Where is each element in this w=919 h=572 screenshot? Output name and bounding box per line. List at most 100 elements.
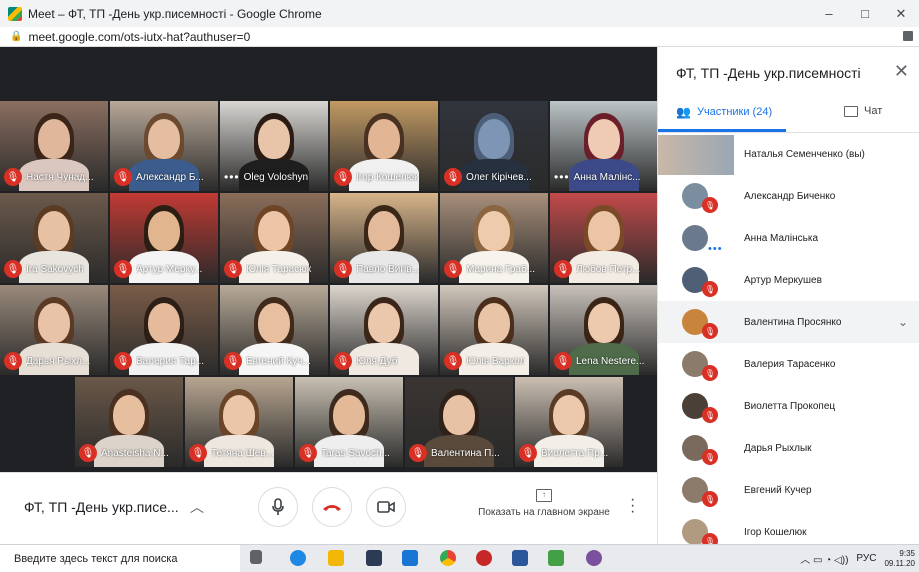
task-view-icon[interactable] <box>250 550 262 564</box>
maximize-button[interactable]: □ <box>847 0 883 27</box>
video-tile[interactable]: 🎙 Тетяна Шев... <box>185 377 293 467</box>
video-tile[interactable]: 🎙 Юлія Варкол <box>440 285 548 375</box>
video-tile[interactable]: 🎙 Любов Петр... <box>550 193 658 283</box>
tile-participant-name: Александр Б... <box>136 171 204 183</box>
word-icon[interactable] <box>512 550 528 566</box>
video-tile[interactable]: 🎙 Юлія Тарасюк <box>220 193 328 283</box>
video-tile[interactable]: 🎙 Taras Savoch... <box>295 377 403 467</box>
mic-off-icon: 🎙 <box>702 323 718 339</box>
speaking-dots-icon: ••• <box>554 170 570 184</box>
minimize-button[interactable]: – <box>811 0 847 27</box>
video-tile[interactable]: 🎙 Ігор Кошелюк <box>330 101 438 191</box>
video-tile[interactable]: 🎙 Александр Б... <box>110 101 218 191</box>
participant-row[interactable]: 🎙 Виолетта Прокопец <box>658 385 919 427</box>
mic-off-icon: 🎙 <box>334 168 352 186</box>
participant-row[interactable]: Наталья Семенченко (вы) <box>658 133 919 175</box>
mic-off-icon: 🎙 <box>189 444 207 462</box>
video-tile[interactable]: 🎙 Ira Sakovych <box>0 193 108 283</box>
video-tile[interactable]: 🎙 Олег Кірічев... <box>440 101 548 191</box>
video-tile[interactable]: ••• Oleg Voloshyn <box>220 101 328 191</box>
participant-face <box>478 303 510 343</box>
video-tile[interactable]: 🎙 Евгений Куч... <box>220 285 328 375</box>
video-tile[interactable]: 🎙 Валентина П... <box>405 377 513 467</box>
video-tile[interactable]: 🎙 Валерия Тар... <box>110 285 218 375</box>
close-panel-icon[interactable]: ✕ <box>894 61 909 82</box>
participant-row[interactable]: 🎙 Валерия Тарасенко <box>658 343 919 385</box>
chrome-icon[interactable] <box>440 550 456 566</box>
microphone-icon <box>272 498 284 515</box>
participant-face <box>368 303 400 343</box>
video-tile[interactable]: 🎙 Anasteisha N... <box>75 377 183 467</box>
photos-icon[interactable] <box>548 550 564 566</box>
lock-icon[interactable]: 🔒 <box>10 31 22 42</box>
browser-title-bar: Meet – ФТ, ТП -День укр.писемності - Goo… <box>0 0 919 27</box>
participant-row[interactable]: 🎙 Александр Биченко <box>658 175 919 217</box>
present-now-button[interactable]: ↑ Показать на главном экране <box>474 489 614 518</box>
mail-icon[interactable] <box>402 550 418 566</box>
address-bar[interactable]: 🔒 meet.google.com/ots-iutx-hat?authuser=… <box>0 27 919 47</box>
tile-participant-name: Taras Savoch... <box>321 447 390 459</box>
tile-label: 🎙 Артур Мерку... <box>110 259 202 279</box>
tile-label: 🎙 Виолетта Пр... <box>515 443 608 463</box>
participant-row[interactable]: 🎙 Дарья Рыхлык <box>658 427 919 469</box>
tile-label: 🎙 Олег Кірічев... <box>440 167 532 187</box>
mic-off-icon: 🎙 <box>702 491 718 507</box>
video-tile[interactable]: 🎙 Марина Граб... <box>440 193 548 283</box>
participants-panel: ФТ, ТП -День укр.писемності ✕ 👥 Участник… <box>657 47 919 544</box>
microphone-button[interactable] <box>258 487 298 527</box>
meeting-title[interactable]: ФТ, ТП -День укр.писе... <box>24 499 179 515</box>
video-tile[interactable]: 🎙 Павло Вигів... <box>330 193 438 283</box>
tile-label: 🎙 Lena Nestere... <box>550 351 644 371</box>
window-controls: – □ ✕ <box>811 0 919 27</box>
participant-row[interactable]: ••• Анна Малінська <box>658 217 919 259</box>
tab-participants[interactable]: 👥 Участники (24) <box>676 105 772 119</box>
video-tile[interactable]: ••• Анна Малінс... <box>550 101 658 191</box>
close-window-button[interactable]: ✕ <box>883 0 919 27</box>
mic-off-icon: 🎙 <box>702 365 718 381</box>
tab-chat-label: Чат <box>864 105 883 117</box>
tab-chat[interactable]: Чат <box>844 105 882 117</box>
participant-name: Артур Меркушев <box>744 274 822 286</box>
opera-icon[interactable] <box>476 550 492 566</box>
chevron-down-icon[interactable]: ⌄ <box>898 315 908 329</box>
extension-icon[interactable] <box>903 31 913 41</box>
store-icon[interactable] <box>366 550 382 566</box>
leave-call-button[interactable] <box>312 487 352 527</box>
mic-off-icon: 🎙 <box>79 444 97 462</box>
clock-date: 09.11.20 <box>884 558 915 568</box>
participant-row[interactable]: 🎙 Артур Меркушев <box>658 259 919 301</box>
participant-row[interactable]: 🎙 Евгений Кучер <box>658 469 919 511</box>
viber-icon[interactable] <box>586 550 602 566</box>
url-text[interactable]: meet.google.com/ots-iutx-hat?authuser=0 <box>28 30 250 44</box>
video-tile[interactable]: 🎙 Lena Nestere... <box>550 285 658 375</box>
present-label: Показать на главном экране <box>478 507 610 518</box>
speaking-dots-icon: ••• <box>224 170 240 184</box>
edge-browser-icon[interactable] <box>290 550 306 566</box>
taskbar-search-input[interactable]: Введите здесь текст для поиска <box>0 545 240 572</box>
tile-participant-name: Артур Мерку... <box>136 263 203 275</box>
participant-face <box>148 119 180 159</box>
tile-participant-name: Настя Чунад... <box>26 171 94 183</box>
participant-row[interactable]: 🎙 Валентина Просянко ⌄ <box>658 301 919 343</box>
video-tile[interactable]: 🎙 Юля Дуб <box>330 285 438 375</box>
video-tile[interactable]: 🎙 Артур Мерку... <box>110 193 218 283</box>
tile-label: ••• Oleg Voloshyn <box>220 167 308 187</box>
camera-button[interactable] <box>366 487 406 527</box>
tray-status-icons[interactable]: ︿ ▭ ◔ ◁)) <box>800 551 848 566</box>
tile-participant-name: Олег Кірічев... <box>466 171 532 183</box>
input-language[interactable]: РУС <box>856 553 876 564</box>
panel-title: ФТ, ТП -День укр.писемності <box>676 65 861 81</box>
tile-participant-name: Юля Дуб <box>356 355 398 367</box>
video-tile[interactable]: 🎙 Виолетта Пр... <box>515 377 623 467</box>
file-explorer-icon[interactable] <box>328 550 344 566</box>
video-tile[interactable]: 🎙 Дарья Рыхл... <box>0 285 108 375</box>
participant-face <box>38 211 70 251</box>
tile-participant-name: Lena Nestere... <box>576 355 645 367</box>
more-options-icon[interactable]: · · · <box>630 492 636 520</box>
chevron-up-icon[interactable]: ︿ <box>190 497 204 517</box>
video-tile[interactable]: 🎙 Настя Чунад... <box>0 101 108 191</box>
clock[interactable]: 9:35 09.11.20 <box>884 549 915 569</box>
participant-face <box>368 119 400 159</box>
tile-label: 🎙 Павло Вигів... <box>330 259 420 279</box>
participant-row[interactable]: 🎙 Ігор Кошелюк <box>658 511 919 544</box>
